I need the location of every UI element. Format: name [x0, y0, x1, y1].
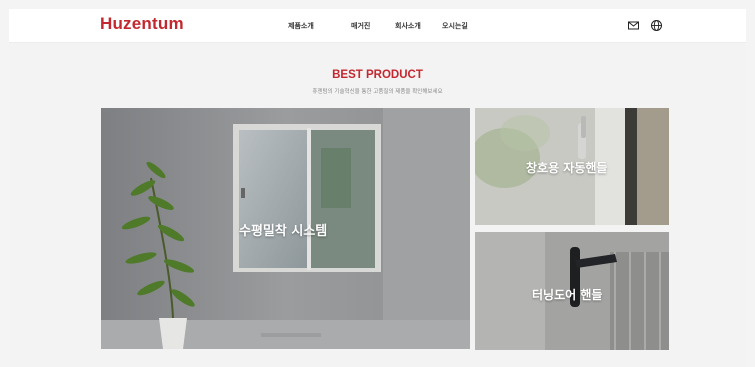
product-card-auto-handle[interactable]: 창호용 자동핸들 [475, 108, 669, 225]
product-card-turning-door-handle[interactable]: 터닝도어 핸들 [475, 232, 669, 350]
section-title: BEST PRODUCT [332, 69, 423, 81]
logo[interactable]: Huzentum [100, 14, 184, 34]
product-card-horizontal-seal[interactable]: 수평밀착 시스템 [101, 108, 470, 349]
mail-icon[interactable] [627, 19, 640, 32]
globe-icon[interactable] [650, 19, 663, 32]
nav-item-products[interactable]: 제품소개 [288, 21, 314, 31]
product-label: 수평밀착 시스템 [239, 224, 328, 239]
nav-item-magazine[interactable]: 매거진 [351, 21, 370, 31]
product-label: 창호용 자동핸들 [526, 161, 608, 175]
nav-item-location[interactable]: 오시는길 [442, 21, 468, 31]
page-frame: Huzentum 제품소개 매거진 회사소개 오시는길 BEST PRODUCT… [9, 9, 746, 367]
section-subtitle: 휴젠텀의 기술혁신을 통한 고품질의 제품을 확인해보세요 [312, 89, 443, 95]
site-header: Huzentum 제품소개 매거진 회사소개 오시는길 [9, 9, 746, 43]
product-label: 터닝도어 핸들 [532, 288, 603, 302]
nav-item-company[interactable]: 회사소개 [395, 21, 421, 31]
